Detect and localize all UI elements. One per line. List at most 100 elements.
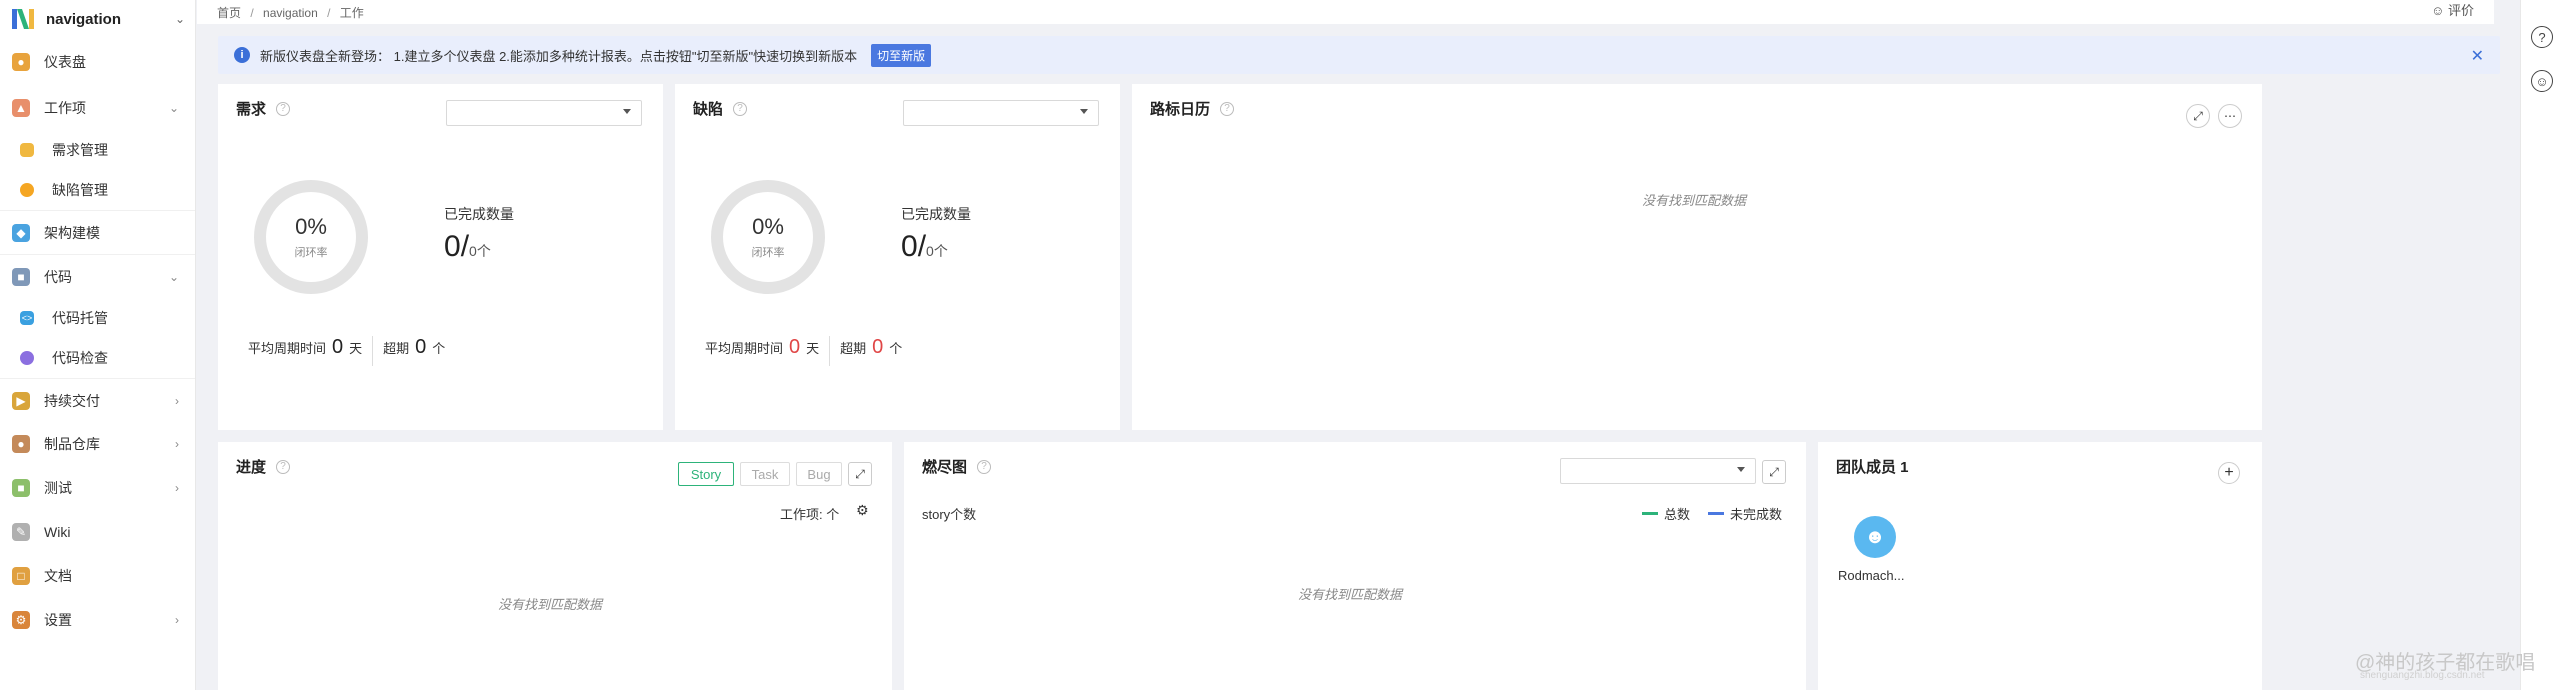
close-icon[interactable]: ✕: [2471, 46, 2484, 66]
chevron-down-icon[interactable]: ⌄: [175, 12, 185, 26]
feedback-smile-icon[interactable]: ☺: [2531, 70, 2553, 92]
watermark-sub: shenguangzhi.blog.csdn.net: [2360, 670, 2485, 681]
expand-icon[interactable]: ⤢: [848, 462, 872, 486]
help-icon[interactable]: ?: [276, 101, 291, 116]
sidebar-item-label: 缺陷管理: [52, 182, 108, 198]
sidebar-item-delivery[interactable]: ▶ 持续交付 ›: [0, 378, 195, 422]
requirement-filter-select[interactable]: [446, 100, 642, 126]
empty-state: 没有找到匹配数据: [1298, 587, 1403, 602]
avatar[interactable]: ☻: [1854, 516, 1896, 558]
tab-task[interactable]: Task: [740, 462, 790, 486]
sidebar-item-label: 设置: [44, 612, 72, 628]
card-title: 进度 ?: [236, 456, 291, 477]
team-members-card: 团队成员 1 + ☻ Rodmach...: [1818, 442, 2262, 690]
sidebar-item-settings[interactable]: ⚙ 设置 ›: [0, 598, 195, 642]
gear-icon[interactable]: ⚙: [856, 502, 869, 519]
card-title-text: 进度: [236, 459, 267, 476]
banner-text: 新版仪表盘全新登场： 1.建立多个仪表盘 2.能添加多种统计报表。点击按钮"切至…: [260, 48, 858, 64]
docs-icon: □: [12, 567, 30, 585]
breadcrumb-separator: /: [327, 5, 331, 20]
topbar: 首页 / navigation / 工作 ☺ 评价: [197, 0, 2494, 24]
help-icon[interactable]: ?: [276, 459, 291, 474]
sidebar-item-label: 需求管理: [52, 142, 108, 158]
sidebar-item-architecture[interactable]: ◆ 架构建模: [0, 210, 195, 254]
expand-icon[interactable]: ⤢: [1762, 460, 1786, 484]
sidebar-item-requirements[interactable]: 需求管理: [0, 130, 195, 170]
card-title-text: 燃尽图: [922, 459, 968, 476]
sidebar-item-wiki[interactable]: ✎ Wiki: [0, 510, 195, 554]
sidebar-item-code-hosting[interactable]: <> 代码托管: [0, 298, 195, 338]
burndown-filter-select[interactable]: [1560, 458, 1756, 484]
feedback-label: 评价: [2447, 3, 2474, 18]
more-icon[interactable]: ⋯: [2218, 104, 2242, 128]
completed-count-label: 已完成数量: [901, 206, 971, 222]
legend: 总数 未完成数: [1624, 504, 1782, 523]
legend-label: 未完成数: [1730, 507, 1783, 522]
defect-filter-select[interactable]: [903, 100, 1099, 126]
sidebar-item-dashboard[interactable]: ● 仪表盘: [0, 38, 195, 86]
help-icon[interactable]: ?: [733, 101, 748, 116]
sidebar: navigation ⌄ ● 仪表盘 ▲ 工作项 ⌄ 需求管理 缺陷管理 ◆ 架…: [0, 0, 196, 690]
y-axis-label: story个数: [922, 507, 977, 522]
sidebar-item-code-check[interactable]: 代码检查: [0, 338, 195, 378]
help-icon[interactable]: ?: [977, 459, 992, 474]
project-switcher[interactable]: navigation ⌄: [0, 0, 195, 38]
legend-swatch: [1642, 512, 1658, 515]
breadcrumb-project[interactable]: navigation: [263, 6, 318, 20]
sidebar-item-test[interactable]: ■ 测试 ›: [0, 466, 195, 510]
chevron-right-icon: ›: [175, 481, 179, 495]
help-icon[interactable]: ?: [1220, 101, 1235, 116]
avg-cycle-value: 0: [332, 336, 344, 358]
divider: [829, 336, 831, 366]
closure-rate-ring: 0% 闭环率: [711, 180, 825, 294]
info-icon: i: [234, 47, 250, 63]
artifact-icon: ●: [12, 435, 30, 453]
avg-cycle-label: 平均周期时间: [705, 341, 784, 356]
delivery-icon: ▶: [12, 391, 30, 410]
sidebar-item-docs[interactable]: □ 文档: [0, 554, 195, 598]
avg-cycle-label: 平均周期时间: [248, 341, 327, 356]
completed-slash: /: [917, 230, 927, 263]
switch-new-version-button[interactable]: 切至新版: [871, 43, 932, 67]
legend-item-total[interactable]: 总数: [1642, 504, 1690, 523]
burndown-card: 燃尽图 ? ⤢ story个数 总数 未完成数 没有找到匹配数据: [904, 442, 1806, 690]
caret-down-icon: [1737, 467, 1745, 472]
architecture-icon: ◆: [12, 223, 30, 242]
card-title-text: 路标日历: [1150, 101, 1211, 118]
overdue-unit: 个: [432, 341, 446, 356]
avg-cycle-unit: 天: [349, 341, 363, 356]
defect-card: 缺陷 ? 0% 闭环率 已完成数量 0/0个 平均周期时间 0 天 超期 0 个: [675, 84, 1120, 430]
caret-down-icon: [1080, 109, 1088, 114]
sidebar-item-artifacts[interactable]: ● 制品仓库 ›: [0, 422, 195, 466]
sidebar-item-code[interactable]: ■ 代码 ⌄: [0, 254, 195, 298]
overdue-unit: 个: [889, 341, 903, 356]
help-icon[interactable]: ?: [2531, 26, 2553, 48]
chevron-right-icon: ›: [175, 393, 179, 408]
completed-value: 0: [901, 230, 918, 263]
requirement-stats: 平均周期时间 0 天 超期 0 个: [248, 336, 445, 366]
feedback-link[interactable]: ☺ 评价: [2431, 0, 2474, 19]
breadcrumb: 首页 / navigation / 工作: [217, 4, 370, 21]
chevron-down-icon: ⌄: [168, 269, 179, 284]
card-title-text: 团队成员 1: [1836, 459, 1909, 476]
legend-swatch: [1708, 512, 1725, 515]
sidebar-item-label: 架构建模: [44, 224, 100, 241]
card-title: 路标日历 ?: [1150, 98, 1235, 119]
overdue-value: 0: [415, 336, 427, 358]
sidebar-item-defects[interactable]: 缺陷管理: [0, 170, 195, 210]
avg-cycle-value: 0: [789, 336, 801, 358]
tab-story[interactable]: Story: [678, 462, 734, 486]
card-title-text: 缺陷: [693, 101, 724, 118]
add-member-button[interactable]: +: [2218, 462, 2240, 484]
closure-rate-label: 闭环率: [294, 247, 328, 259]
tab-bug[interactable]: Bug: [796, 462, 842, 486]
completed-total: 0个: [469, 243, 491, 259]
avg-cycle-unit: 天: [806, 341, 820, 356]
legend-item-unfinished[interactable]: 未完成数: [1708, 504, 1782, 523]
empty-state: 没有找到匹配数据: [498, 597, 603, 612]
member-name[interactable]: Rodmach...: [1838, 568, 1904, 583]
expand-icon[interactable]: ⤢: [2186, 104, 2210, 128]
breadcrumb-home[interactable]: 首页: [217, 6, 241, 20]
sidebar-item-workitems[interactable]: ▲ 工作项 ⌄: [0, 86, 195, 130]
settings-icon: ⚙: [12, 611, 30, 629]
